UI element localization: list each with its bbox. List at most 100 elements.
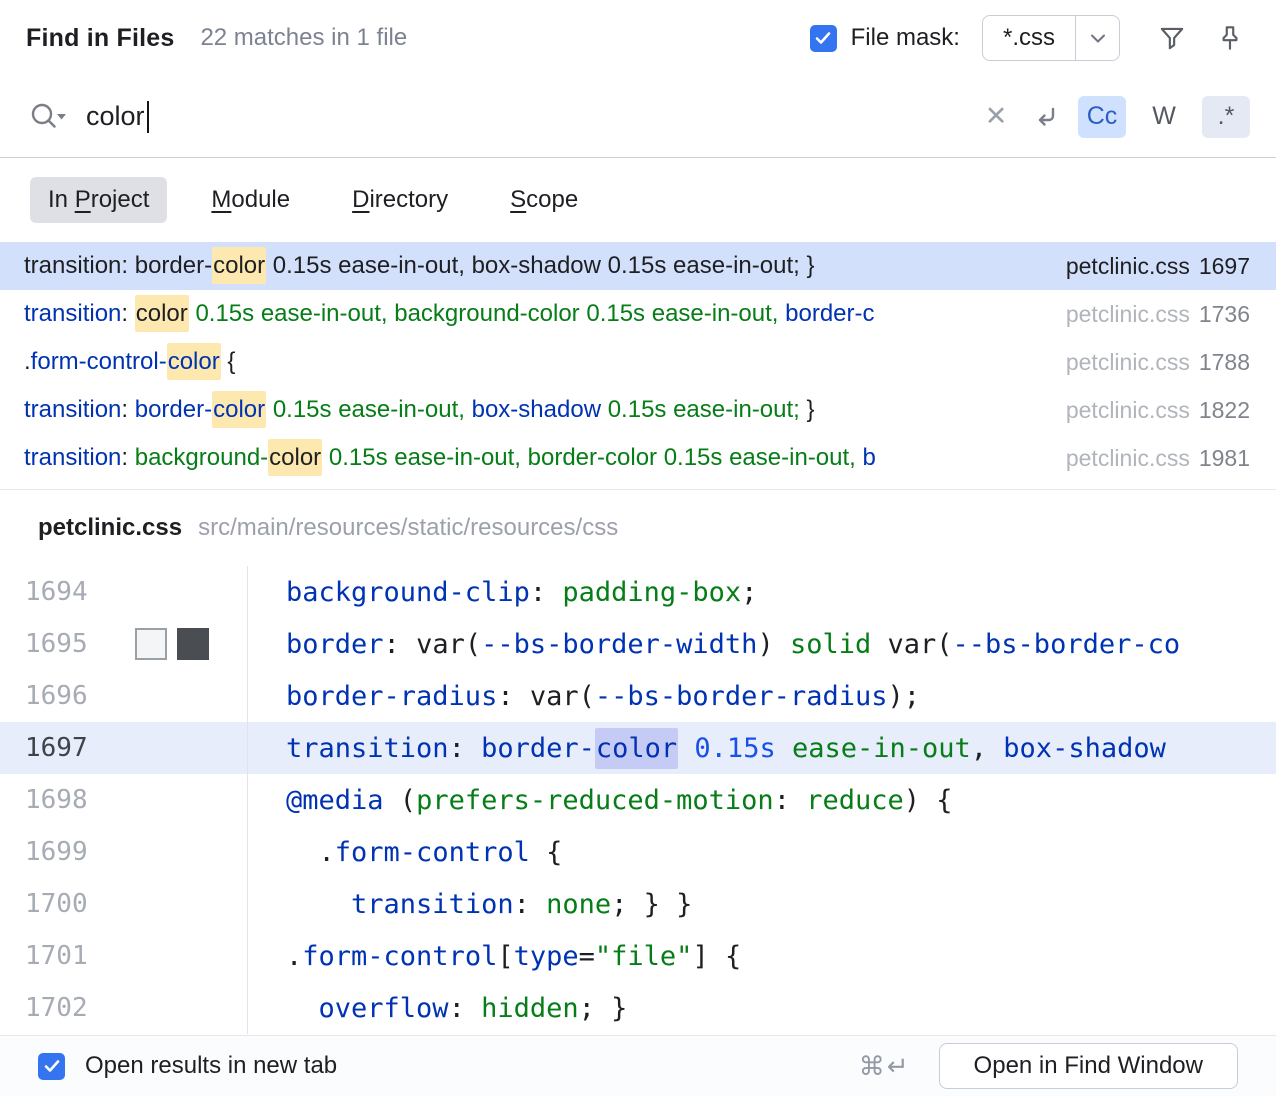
result-file-name: petclinic.css — [1066, 253, 1190, 280]
whole-words-toggle[interactable]: W — [1140, 96, 1188, 138]
text-segment — [266, 396, 273, 423]
header-controls: File mask: *.css — [810, 15, 1248, 61]
code-text: @media (prefers-reduced-motion: reduce) … — [248, 785, 953, 816]
text-segment: color — [268, 439, 322, 476]
results-list: transition: border-color 0.15s ease-in-o… — [0, 242, 1276, 490]
result-row[interactable]: .form-control-color {petclinic.css1788 — [0, 338, 1276, 386]
code-token: solid — [790, 629, 871, 660]
scope-tab-scope[interactable]: Scope — [492, 177, 596, 223]
open-results-label: Open results in new tab — [85, 1052, 337, 1080]
code-line[interactable]: 1702 overflow: hidden; } — [0, 982, 1276, 1034]
check-icon — [815, 31, 831, 45]
text-segment: border-c — [785, 300, 874, 327]
line-number: 1694 — [0, 566, 248, 618]
code-token: hidden — [481, 993, 579, 1024]
footer-bar: Open results in new tab ⌘↵ Open in Find … — [0, 1035, 1276, 1096]
code-text: .form-control[type="file"] { — [248, 941, 741, 972]
pin-icon[interactable] — [1212, 20, 1248, 56]
code-line[interactable]: 1698@media (prefers-reduced-motion: redu… — [0, 774, 1276, 826]
text-segment: transition — [24, 396, 121, 423]
result-file-label: petclinic.css1822 — [1022, 386, 1276, 434]
clear-search-icon[interactable]: ✕ — [978, 101, 1014, 132]
code-token: : — [514, 889, 547, 920]
code-line[interactable]: 1696border-radius: var(--bs-border-radiu… — [0, 670, 1276, 722]
code-text: overflow: hidden; } — [248, 993, 627, 1024]
result-row[interactable]: transition: background-color 0.15s ease-… — [0, 434, 1276, 482]
code-token: --bs-border-radius — [595, 681, 888, 712]
search-icon[interactable] — [26, 97, 70, 137]
code-line[interactable]: 1699 .form-control { — [0, 826, 1276, 878]
scope-tab-in-project[interactable]: In Project — [30, 177, 167, 223]
text-segment: transition — [24, 444, 121, 471]
text-segment: 0.15s ease-in-out, — [195, 300, 387, 327]
code-token — [678, 733, 694, 764]
search-controls: ✕ Cc W .* — [978, 96, 1250, 138]
open-in-find-window-button[interactable]: Open in Find Window — [939, 1043, 1238, 1089]
result-file-name: petclinic.css — [1066, 445, 1190, 472]
open-results-checkbox[interactable] — [38, 1053, 65, 1080]
result-file-label: petclinic.css1736 — [1022, 290, 1276, 338]
search-input[interactable]: color — [86, 101, 386, 133]
result-row[interactable]: transition: color 0.15s ease-in-out, bac… — [0, 290, 1276, 338]
code-line[interactable]: 1695border: var(--bs-border-width) solid… — [0, 618, 1276, 670]
code-line[interactable]: 1701.form-control[type="file"] { — [0, 930, 1276, 982]
code-token: ) — [904, 785, 937, 816]
code-token: border — [286, 629, 384, 660]
scope-tab-module[interactable]: Module — [193, 177, 308, 223]
code-line[interactable]: 1697transition: border-color 0.15s ease-… — [0, 722, 1276, 774]
code-line[interactable]: 1700 transition: none; } } — [0, 878, 1276, 930]
line-number: 1700 — [0, 878, 248, 930]
result-file-label: petclinic.css1981 — [1022, 434, 1276, 482]
file-mask-checkbox[interactable] — [810, 25, 837, 52]
code-token: var( — [416, 629, 481, 660]
code-token — [286, 889, 351, 920]
code-line[interactable]: 1694background-clip: padding-box; — [0, 566, 1276, 618]
result-row[interactable]: transition: border-color 0.15s ease-in-o… — [0, 386, 1276, 434]
preview-file-name: petclinic.css — [38, 514, 182, 542]
file-mask-combobox[interactable]: *.css — [982, 15, 1120, 61]
code-token: : — [449, 993, 482, 1024]
text-segment: background- — [135, 444, 268, 471]
match-case-toggle[interactable]: Cc — [1078, 96, 1126, 138]
code-token: transition — [351, 889, 514, 920]
code-token: form-control — [335, 837, 530, 868]
result-file-name: petclinic.css — [1066, 349, 1190, 376]
code-token: ( — [384, 785, 417, 816]
check-icon — [44, 1059, 60, 1073]
code-token: ; } — [579, 993, 628, 1024]
result-text: transition: border-color 0.15s ease-in-o… — [24, 252, 814, 280]
code-token: padding-box — [562, 577, 741, 608]
code-token: --bs-border-co — [953, 629, 1181, 660]
code-token: var( — [888, 629, 953, 660]
text-segment: form-control- — [31, 348, 167, 375]
code-token: ; — [741, 577, 757, 608]
result-file-name: petclinic.css — [1066, 301, 1190, 328]
filter-icon[interactable] — [1154, 20, 1190, 56]
result-text: transition: background-color 0.15s ease-… — [24, 444, 876, 472]
regex-toggle[interactable]: .* — [1202, 96, 1250, 138]
code-token — [286, 993, 319, 1024]
color-swatch — [177, 628, 209, 660]
chevron-down-icon[interactable] — [1075, 16, 1119, 60]
text-segment: : — [121, 444, 134, 471]
code-token: { — [936, 785, 952, 816]
newline-icon[interactable] — [1028, 99, 1064, 135]
code-text: border-radius: var(--bs-border-radius); — [248, 681, 920, 712]
code-token: background-clip — [286, 577, 530, 608]
text-segment: box-shadow — [472, 396, 601, 423]
line-number: 1698 — [0, 774, 248, 826]
text-segment: { — [221, 348, 236, 375]
code-token: : — [449, 733, 482, 764]
line-number: 1696 — [0, 670, 248, 722]
search-bar: color ✕ Cc W .* — [0, 76, 1276, 158]
code-token: ); — [887, 681, 920, 712]
gutter-color-swatches — [135, 628, 209, 660]
code-token: color — [595, 728, 678, 769]
code-token: = — [579, 941, 595, 972]
result-row[interactable]: transition: border-color 0.15s ease-in-o… — [0, 242, 1276, 290]
line-number: 1695 — [0, 618, 248, 670]
scope-tab-directory[interactable]: Directory — [334, 177, 466, 223]
text-segment: background-color 0.15s ease-in-out, — [394, 300, 778, 327]
result-file-name: petclinic.css — [1066, 397, 1190, 424]
text-caret — [147, 101, 149, 133]
